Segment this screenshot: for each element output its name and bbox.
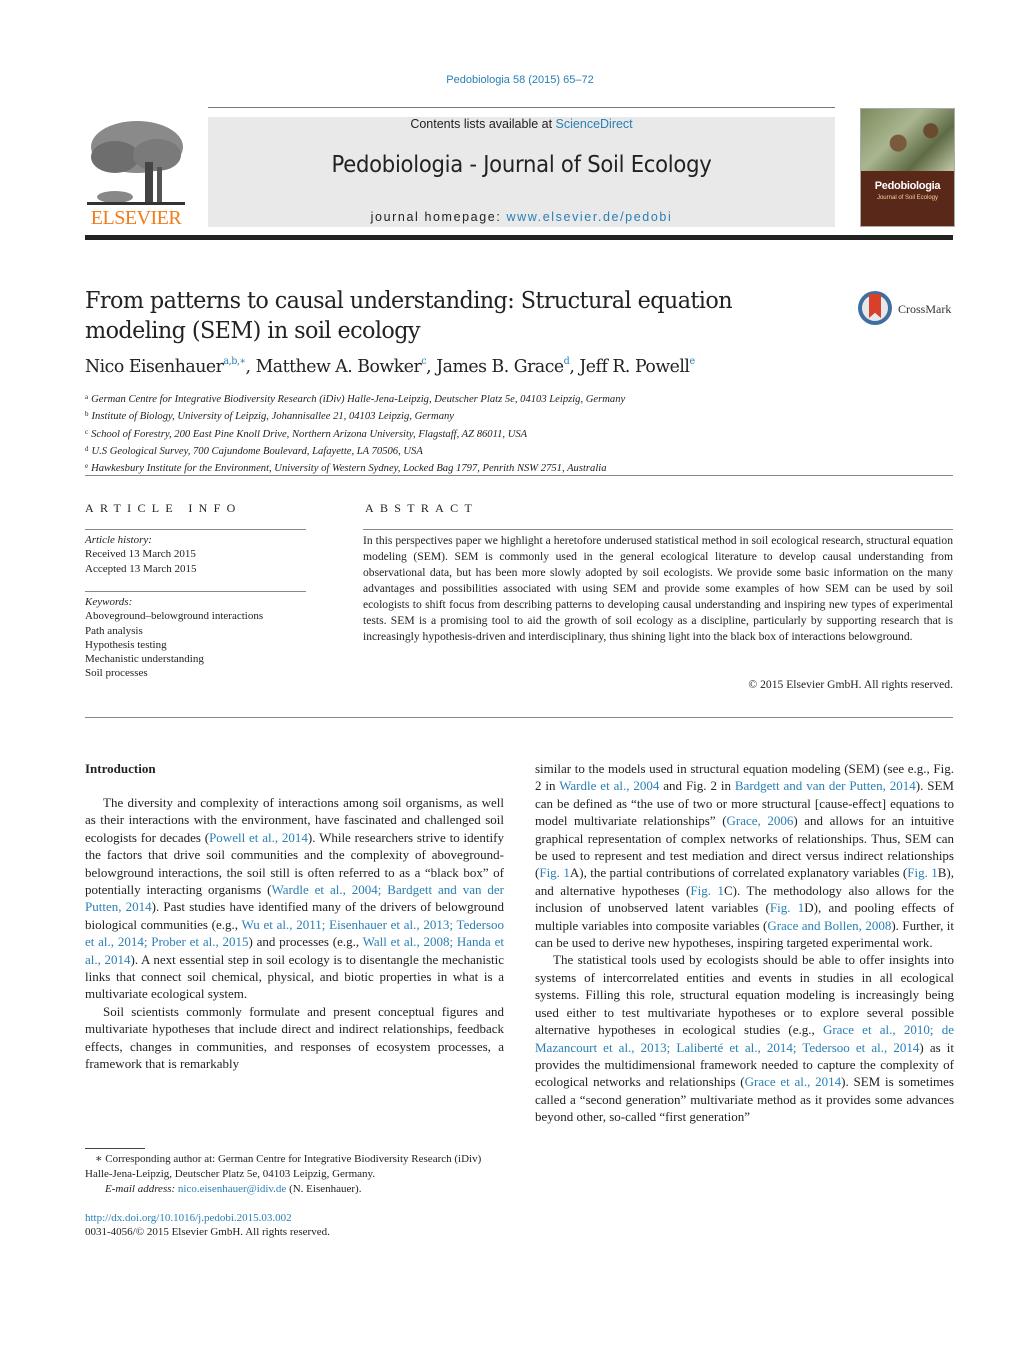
journal-homepage-line: journal homepage: www.elsevier.de/pedobi xyxy=(208,210,835,224)
keyword: Aboveground–belowground interactions xyxy=(85,610,264,623)
paragraph-text: and Fig. 2 in xyxy=(659,778,735,794)
journal-title: Pedobiologia - Journal of Soil Ecology xyxy=(331,152,712,178)
keyword: Mechanistic understanding xyxy=(85,653,204,666)
contents-prefix: Contents lists available at xyxy=(410,117,556,131)
keyword: Soil processes xyxy=(85,667,148,680)
section-heading-introduction: Introduction xyxy=(85,761,156,776)
author-name[interactable]: James B. Grace xyxy=(436,356,564,377)
affiliation-marker: a xyxy=(85,393,89,401)
affiliation-marker: e xyxy=(85,462,89,471)
keyword: Path analysis xyxy=(85,624,143,637)
abstract-text: In this perspectives paper we highlight … xyxy=(363,534,953,643)
issn-copyright: 0031-4056/© 2015 Elsevier GmbH. All righ… xyxy=(85,1226,330,1238)
author-name[interactable]: Nico Eisenhauer xyxy=(85,356,224,377)
email-label: E-mail address: xyxy=(105,1183,176,1195)
separator: , xyxy=(245,356,256,377)
affiliation: c School of Forestry, 200 East Pine Knoll… xyxy=(85,425,625,442)
affiliation: d U.S Geological Survey, 700 Cajundome Bo… xyxy=(85,442,625,459)
body-column-right: similar to the models used in structural… xyxy=(535,760,954,1126)
author-name[interactable]: Matthew A. Bowker xyxy=(256,356,422,377)
separator: , xyxy=(426,356,437,377)
affiliation-text: Hawkesbury Institute for the Environment… xyxy=(91,463,607,475)
email-line: E-mail address: nico.eisenhauer@idiv.de … xyxy=(85,1182,510,1197)
affiliation-marker: b xyxy=(85,410,89,419)
citation-link[interactable]: Wardle et al., 2004 xyxy=(559,778,659,793)
citation-link[interactable]: Grace, 2006 xyxy=(727,813,794,828)
crossmark-label: CrossMark xyxy=(898,302,952,316)
journal-reference-link[interactable]: Pedobiologia 58 (2015) 65–72 xyxy=(0,74,1020,86)
paragraph-text: ). A next essential step in soil ecology… xyxy=(85,951,504,1002)
citation-link[interactable]: Bardgett and van der Putten, 2014 xyxy=(735,778,916,793)
paragraph-text: Soil scientists commonly formulate and p… xyxy=(85,1003,504,1072)
article-title: From patterns to causal understanding: S… xyxy=(85,288,733,344)
elsevier-wordmark: ELSEVIER xyxy=(90,207,182,229)
body-paragraph: The statistical tools used by ecologists… xyxy=(535,951,954,1125)
homepage-prefix: journal homepage: xyxy=(370,210,507,224)
email-suffix: (N. Eisenhauer). xyxy=(286,1183,362,1195)
keywords-label: Keywords: xyxy=(85,596,133,608)
footnote-rule xyxy=(85,1148,145,1149)
abstract-heading: ABSTRACT xyxy=(365,501,479,515)
body-column-left: Introduction The diversity and complexit… xyxy=(85,760,504,1073)
divider xyxy=(85,475,953,476)
received-date: Received 13 March 2015 xyxy=(85,548,196,561)
footnotes: ∗ Corresponding author at: German Centre… xyxy=(85,1152,510,1197)
affiliation-text: German Centre for Integrative Biodiversi… xyxy=(91,394,626,405)
cover-photo xyxy=(861,109,954,171)
affiliation-text: School of Forestry, 200 East Pine Knoll … xyxy=(91,428,528,440)
cover-title: Pedobiologia xyxy=(874,180,941,192)
divider xyxy=(85,591,306,592)
left-paragraphs: The diversity and complexity of interact… xyxy=(85,794,504,1073)
corresponding-author-note: ∗ Corresponding author at: German Centre… xyxy=(85,1153,482,1180)
paragraph-text: A), the partial contributions of correla… xyxy=(569,865,908,881)
article-info-heading: ARTICLE INFO xyxy=(85,501,242,515)
contents-line: Contents lists available at ScienceDirec… xyxy=(208,117,835,131)
citation-link[interactable]: Powell et al., 2014 xyxy=(209,830,308,845)
body-paragraph: Soil scientists commonly formulate and p… xyxy=(85,1003,504,1073)
author-affiliation-marker[interactable]: e xyxy=(689,356,695,367)
crossmark-button[interactable]: CrossMark xyxy=(858,291,958,331)
doi-link[interactable]: http://dx.doi.org/10.1016/j.pedobi.2015.… xyxy=(85,1212,292,1224)
citation-link[interactable]: Fig. 1 xyxy=(907,865,938,880)
affiliation: b Institute of Biology, University of Lei… xyxy=(85,407,625,424)
divider xyxy=(85,717,953,718)
header-rule xyxy=(208,107,835,108)
citation-link[interactable]: Fig. 1 xyxy=(539,865,570,880)
author-name[interactable]: Jeff R. Powell xyxy=(579,356,690,377)
right-paragraphs: similar to the models used in structural… xyxy=(535,760,954,1126)
citation-link[interactable]: Fig. 1 xyxy=(690,883,724,898)
abstract-copyright: © 2015 Elsevier GmbH. All rights reserve… xyxy=(748,678,953,691)
author-affiliation-marker[interactable]: a,b,∗ xyxy=(223,356,246,367)
divider xyxy=(85,529,306,530)
affiliation-marker: c xyxy=(85,427,89,436)
article-history: Article history: Received 13 March 2015 … xyxy=(85,533,315,576)
cover-subtitle: Journal of Soil Ecology xyxy=(876,195,939,201)
citation-link[interactable]: Fig. 1 xyxy=(770,900,804,915)
keywords-section: Keywords: Aboveground–belowground intera… xyxy=(85,595,315,681)
journal-cover-image[interactable]: Pedobiologia Journal of Soil Ecology xyxy=(860,108,955,227)
affiliation-text: U.S Geological Survey, 700 Cajundome Bou… xyxy=(91,445,423,457)
header-thick-rule xyxy=(85,235,953,240)
history-label: Article history: xyxy=(85,534,152,546)
journal-homepage-link[interactable]: www.elsevier.de/pedobi xyxy=(506,210,672,224)
sciencedirect-link[interactable]: ScienceDirect xyxy=(556,117,633,131)
affiliations: a German Centre for Integrative Biodivers… xyxy=(85,390,625,476)
affiliation-text: Institute of Biology, University of Leip… xyxy=(91,411,455,423)
divider xyxy=(363,529,953,530)
email-link[interactable]: nico.eisenhauer@idiv.de xyxy=(178,1183,286,1195)
citation-link[interactable]: Grace and Bollen, 2008 xyxy=(767,918,891,933)
affiliation-marker: d xyxy=(85,444,89,453)
affiliation: e Hawkesbury Institute for the Environmen… xyxy=(85,459,625,476)
body-paragraph: similar to the models used in structural… xyxy=(535,760,954,951)
citation-link[interactable]: Grace et al., 2014 xyxy=(745,1074,842,1089)
accepted-date: Accepted 13 March 2015 xyxy=(85,562,197,575)
keyword: Hypothesis testing xyxy=(85,638,167,651)
body-paragraph: The diversity and complexity of interact… xyxy=(85,794,504,1003)
separator: , xyxy=(569,356,580,377)
author-list: Nico Eisenhauera,b,∗, Matthew A. Bowkerc… xyxy=(85,356,695,377)
paragraph-text: ) and processes (e.g., xyxy=(248,934,363,950)
affiliation: a German Centre for Integrative Biodivers… xyxy=(85,390,625,407)
